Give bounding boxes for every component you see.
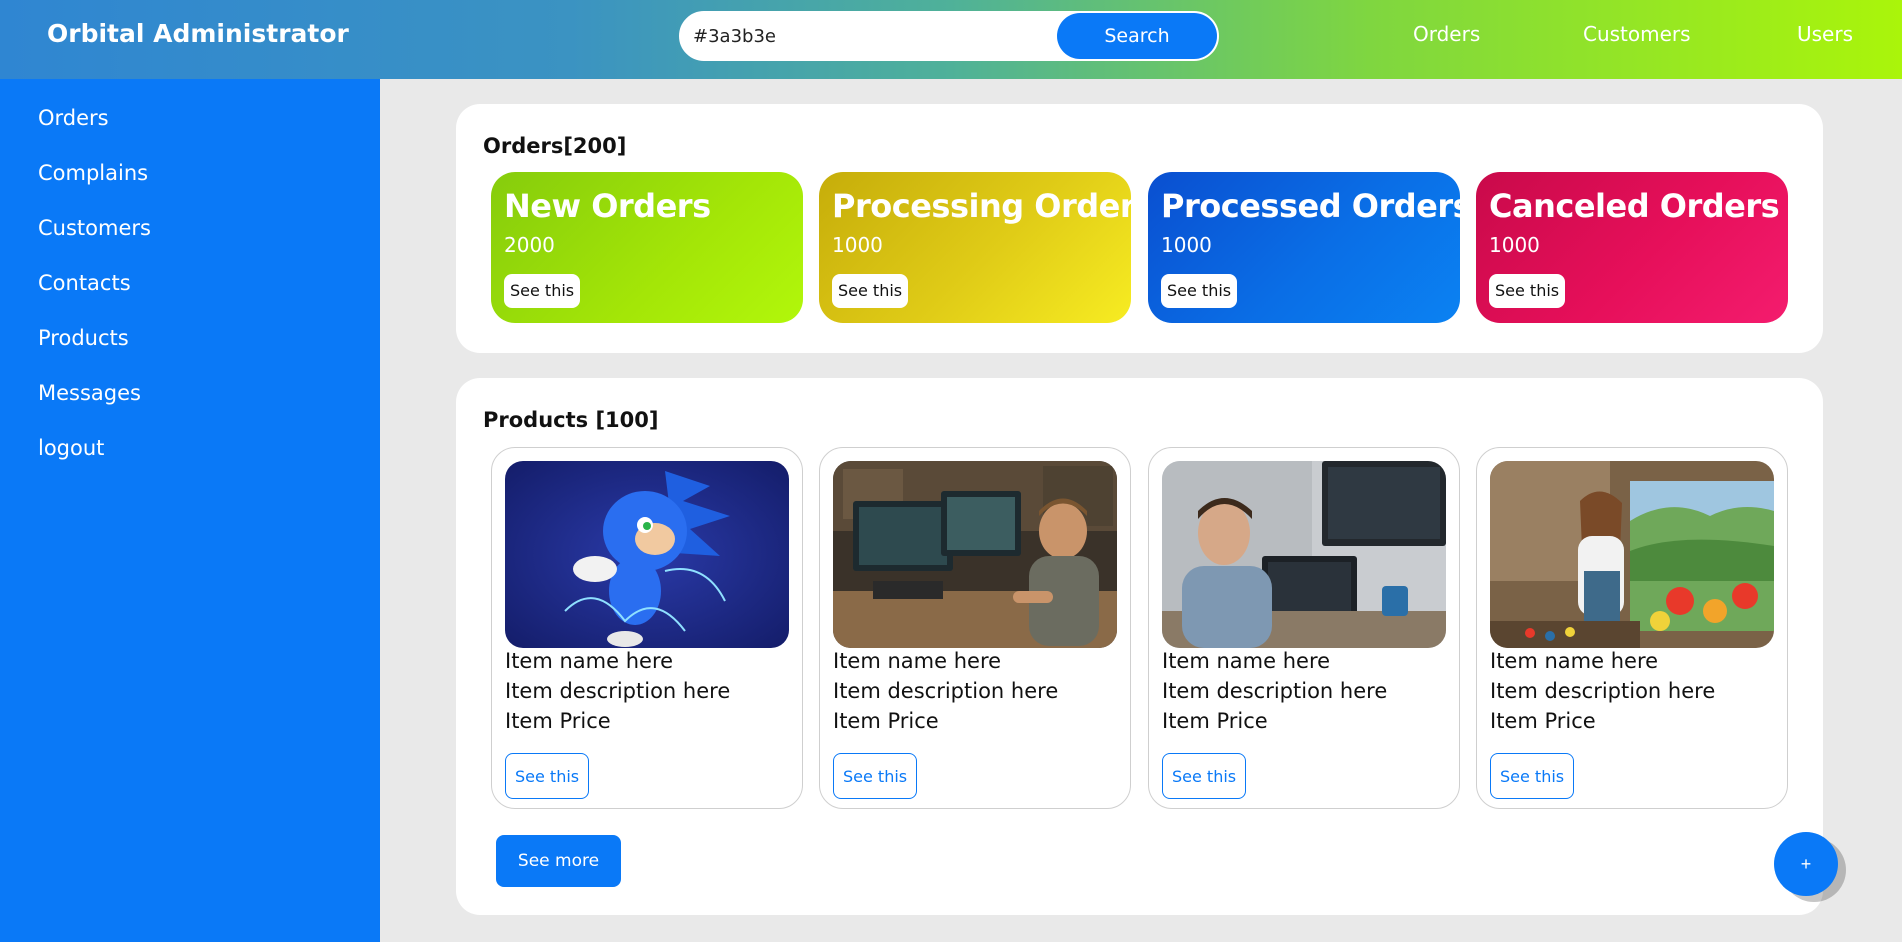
sidebar-item-contacts[interactable]: Contacts (38, 271, 131, 295)
product-name: Item name here (505, 649, 674, 673)
order-card-title: Processed Orders (1161, 187, 1472, 225)
topnav-customers[interactable]: Customers (1583, 22, 1691, 46)
add-button[interactable]: + (1774, 832, 1838, 896)
product-name: Item name here (833, 649, 1002, 673)
products-title: Products [100] (483, 408, 659, 432)
product-name: Item name here (1162, 649, 1331, 673)
order-card-count: 1000 (1161, 233, 1212, 257)
product-name: Item name here (1490, 649, 1659, 673)
product-description: Item description here (1490, 679, 1716, 703)
search-bar: Search (679, 11, 1219, 61)
order-card-title: Canceled Orders (1489, 187, 1780, 225)
see-this-button[interactable]: See this (1161, 274, 1238, 308)
order-card-title: Processing Orders (832, 187, 1154, 225)
product-image[interactable] (505, 461, 789, 648)
order-card-title: New Orders (504, 187, 711, 225)
brand-title: Orbital Administrator (47, 19, 349, 48)
see-this-button[interactable]: See this (505, 753, 590, 799)
product-description: Item description here (1162, 679, 1388, 703)
sidebar-item-customers[interactable]: Customers (38, 216, 151, 240)
product-image[interactable] (833, 461, 1117, 648)
order-card-processing: Processing Orders 1000 See this (819, 172, 1154, 323)
product-description: Item description here (833, 679, 1059, 703)
product-image[interactable] (1162, 461, 1446, 648)
sidebar-item-messages[interactable]: Messages (38, 381, 141, 405)
product-card: Item name here Item description here Ite… (1476, 447, 1788, 809)
sidebar-item-products[interactable]: Products (38, 326, 129, 350)
see-this-button[interactable]: See this (504, 274, 581, 308)
topnav-users[interactable]: Users (1797, 22, 1853, 46)
order-card-count: 1000 (832, 233, 883, 257)
order-card-canceled: Canceled Orders 1000 See this (1476, 172, 1788, 323)
order-card-count: 1000 (1489, 233, 1540, 257)
orders-panel: Orders[200] New Orders 2000 See this Pro… (456, 104, 1823, 353)
order-card-count: 2000 (504, 233, 555, 257)
top-header: Orbital Administrator Search Orders Cust… (0, 0, 1902, 79)
sidebar-item-logout[interactable]: logout (38, 436, 104, 460)
products-panel: Products [100] Item name here Item descr… (456, 378, 1823, 915)
product-description: Item description here (505, 679, 731, 703)
product-image[interactable] (1490, 461, 1774, 648)
product-price: Item Price (505, 709, 611, 733)
sidebar-item-complains[interactable]: Complains (38, 161, 148, 185)
sidebar-item-orders[interactable]: Orders (38, 106, 109, 130)
order-card-new: New Orders 2000 See this (491, 172, 803, 323)
see-this-button[interactable]: See this (1489, 274, 1566, 308)
product-card: Item name here Item description here Ite… (819, 447, 1131, 809)
see-this-button[interactable]: See this (1490, 753, 1575, 799)
see-more-button[interactable]: See more (496, 835, 621, 887)
sidebar: Orders Complains Customers Contacts Prod… (0, 79, 380, 942)
see-this-button[interactable]: See this (1162, 753, 1247, 799)
search-input[interactable] (693, 13, 1053, 59)
product-card: Item name here Item description here Ite… (1148, 447, 1460, 809)
see-this-button[interactable]: See this (832, 274, 909, 308)
orders-title: Orders[200] (483, 134, 627, 158)
product-price: Item Price (1162, 709, 1268, 733)
product-price: Item Price (833, 709, 939, 733)
product-card: Item name here Item description here Ite… (491, 447, 803, 809)
see-this-button[interactable]: See this (833, 753, 918, 799)
search-button[interactable]: Search (1057, 13, 1217, 59)
topnav-orders[interactable]: Orders (1413, 22, 1480, 46)
order-card-processed: Processed Orders 1000 See this (1148, 172, 1472, 323)
product-price: Item Price (1490, 709, 1596, 733)
